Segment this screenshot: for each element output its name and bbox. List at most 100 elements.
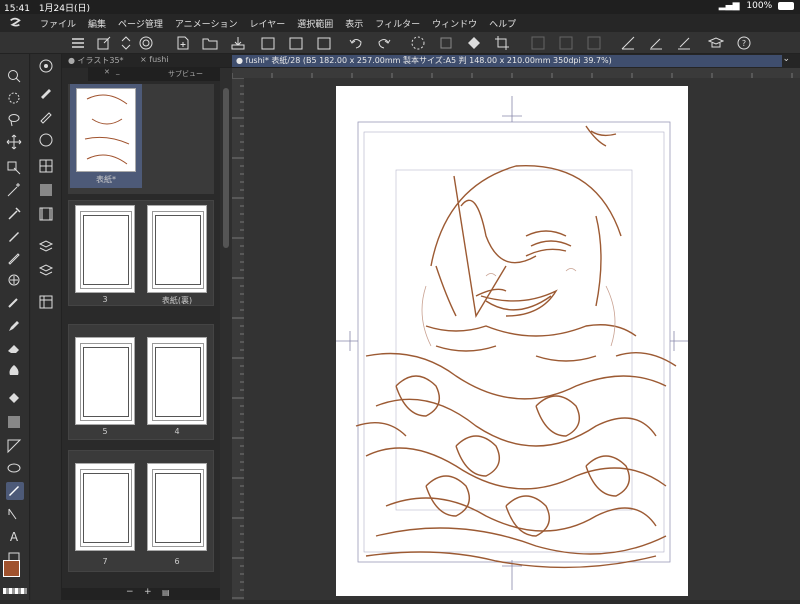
zoom-icon[interactable] xyxy=(6,68,24,86)
deselect-icon[interactable] xyxy=(410,35,426,51)
fill-icon[interactable] xyxy=(466,35,482,51)
menu-item[interactable]: ウィンドウ xyxy=(432,17,477,30)
color-circle-icon[interactable] xyxy=(38,132,56,150)
new-file-icon[interactable] xyxy=(175,35,191,51)
filmstrip-icon[interactable] xyxy=(38,206,56,224)
layers-icon[interactable] xyxy=(38,262,56,280)
tab-label: fushi* 表紙/28 (B5 182.00 x 257.00mm 製本サイズ… xyxy=(245,56,612,65)
undo-icon[interactable] xyxy=(348,35,364,51)
page-label: 5 xyxy=(102,427,108,436)
close-icon[interactable]: ✕ xyxy=(104,68,110,76)
page-thumb-6[interactable] xyxy=(147,463,207,551)
page-thumb-4[interactable] xyxy=(147,337,207,425)
tool-property-icon[interactable] xyxy=(38,84,56,102)
sub-palette-bar xyxy=(31,54,62,600)
page-settings-icon[interactable]: ▤ xyxy=(162,588,170,597)
svg-text:?: ? xyxy=(742,39,746,48)
blend-icon[interactable] xyxy=(6,362,24,380)
save-icon[interactable] xyxy=(230,35,246,51)
text-icon[interactable]: A xyxy=(6,528,24,546)
object-select-icon[interactable] xyxy=(6,160,24,178)
tab-illust35[interactable]: ● イラスト35* xyxy=(64,55,134,67)
lasso-icon[interactable] xyxy=(6,112,24,130)
redo-icon[interactable] xyxy=(376,35,392,51)
airbrush-icon[interactable] xyxy=(6,294,24,312)
crop-icon[interactable] xyxy=(494,35,510,51)
eraser-icon[interactable] xyxy=(6,340,24,358)
page-thumb-cover[interactable]: 表紙* xyxy=(70,84,142,188)
open-folder-icon[interactable] xyxy=(202,35,218,51)
brush-size-icon[interactable] xyxy=(38,108,56,126)
pen-icon[interactable] xyxy=(6,228,24,246)
clear-icon[interactable] xyxy=(438,35,454,51)
layer-property-icon[interactable] xyxy=(38,238,56,256)
pencil-icon[interactable] xyxy=(6,250,24,268)
zoom-out-icon[interactable]: − xyxy=(126,587,134,597)
spread-3: 3 表紙(裏) xyxy=(68,200,214,306)
menu-item[interactable]: 表示 xyxy=(345,17,363,30)
gradient-icon[interactable] xyxy=(6,414,24,432)
clip-studio-logo-icon[interactable] xyxy=(8,16,22,30)
selection-tool-icon-2[interactable] xyxy=(558,35,574,51)
page-thumb-5[interactable] xyxy=(75,337,135,425)
menu-item[interactable]: ファイル xyxy=(40,17,76,30)
page-panel-bottom-bar: − + ▤ xyxy=(62,587,220,600)
export-icon-1[interactable] xyxy=(260,35,276,51)
decoration-icon[interactable] xyxy=(6,272,24,290)
intermediate-color-icon[interactable] xyxy=(38,182,56,200)
canvas-area[interactable] xyxy=(244,78,800,600)
selection-tool-icon-1[interactable] xyxy=(530,35,546,51)
export-icon-3[interactable] xyxy=(316,35,332,51)
menu-item[interactable]: 選択範囲 xyxy=(297,17,333,30)
status-time: 15:41 xyxy=(4,4,30,14)
chevron-down-icon[interactable]: ⌄ xyxy=(782,54,790,64)
pencil-line-icon[interactable] xyxy=(676,35,692,51)
fill-bucket-icon[interactable] xyxy=(6,390,24,408)
brush-icon[interactable] xyxy=(648,35,664,51)
color-set-icon[interactable] xyxy=(38,158,56,176)
hamburger-icon[interactable] xyxy=(70,35,86,51)
menu-item[interactable]: レイヤー xyxy=(250,17,286,30)
pen-stabilizer-icon[interactable] xyxy=(620,35,636,51)
material-icon[interactable] xyxy=(38,294,56,312)
magic-wand-icon[interactable] xyxy=(6,182,24,200)
menu-item[interactable]: ページ管理 xyxy=(118,17,163,30)
menu-item[interactable]: アニメーション xyxy=(175,17,238,30)
page-label: 7 xyxy=(102,557,108,566)
help-icon[interactable]: ? xyxy=(736,35,752,51)
page-thumb-7[interactable] xyxy=(75,463,135,551)
eyedropper-icon[interactable] xyxy=(6,206,24,224)
document-tabs: ● イラスト35* × fushi ● fushi* 表紙/28 (B5 182… xyxy=(62,54,800,68)
menu-item[interactable]: 編集 xyxy=(88,17,106,30)
page-thumb-3[interactable] xyxy=(75,205,135,293)
learn-icon[interactable] xyxy=(707,35,725,51)
canvas-paper[interactable] xyxy=(336,86,688,596)
edit-icon[interactable] xyxy=(96,35,112,51)
spread-7: 7 6 xyxy=(68,450,214,572)
battery-icon xyxy=(778,1,794,10)
frame-icon[interactable] xyxy=(6,460,24,478)
figure-icon[interactable] xyxy=(6,438,24,456)
operation-icon[interactable] xyxy=(6,506,24,524)
menu-item[interactable]: フィルター xyxy=(375,17,420,30)
page-thumb-back-cover[interactable] xyxy=(147,205,207,293)
navigator-icon[interactable] xyxy=(38,58,56,76)
export-icon-2[interactable] xyxy=(288,35,304,51)
main-color-swatch[interactable] xyxy=(3,560,20,577)
brush-tool-icon[interactable] xyxy=(6,318,24,336)
zoom-in-icon[interactable]: + xyxy=(144,587,152,597)
move-icon[interactable] xyxy=(6,134,24,152)
minimize-icon[interactable]: _ xyxy=(116,67,120,75)
ruler-ticks-v xyxy=(232,77,244,599)
svg-text:A: A xyxy=(10,530,19,544)
transparent-color-icon[interactable] xyxy=(3,588,27,594)
pen-stroke-icon[interactable] xyxy=(6,482,24,500)
select-ellipse-icon[interactable] xyxy=(6,90,24,108)
chevron-updown-icon[interactable] xyxy=(118,35,134,51)
menu-item[interactable]: ヘルプ xyxy=(489,17,516,30)
selection-tool-icon-3[interactable] xyxy=(586,35,602,51)
page-panel-scrollbar[interactable] xyxy=(220,68,232,600)
clip-studio-icon[interactable] xyxy=(138,35,154,51)
tab-fushi[interactable]: × fushi xyxy=(136,55,226,67)
tab-fushi-active[interactable]: ● fushi* 表紙/28 (B5 182.00 x 257.00mm 製本サ… xyxy=(232,55,782,67)
